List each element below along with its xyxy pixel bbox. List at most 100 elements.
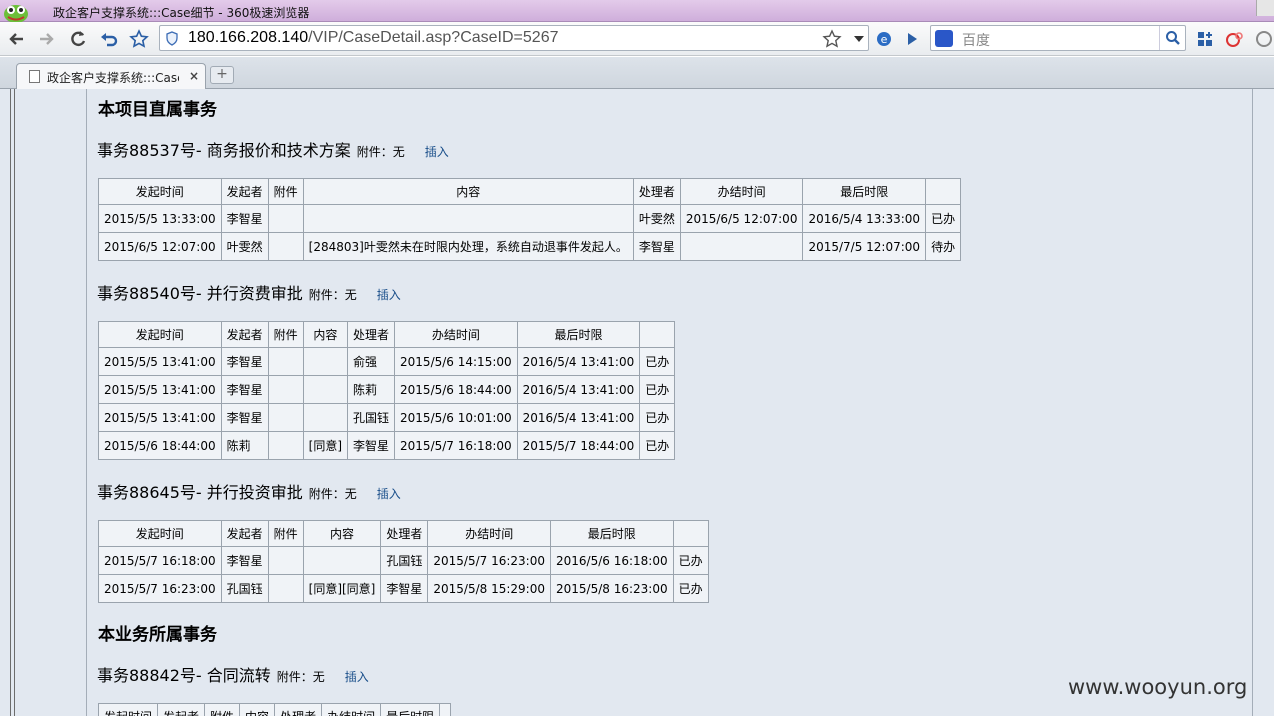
table-cell: 李智星	[220, 375, 269, 404]
favorites-button[interactable]	[127, 27, 151, 51]
task-attachment: 附件：无	[308, 487, 357, 501]
task-table: 发起时间 发起者 附件 内容 处理者 办结时间 最后时限 2015/5/7 16:18:00 李…	[98, 520, 709, 603]
window-title: 政企客户支撑系统:::Case细节 - 360极速浏览器	[53, 6, 310, 20]
bookmark-star-icon[interactable]	[822, 29, 842, 49]
grid-plus-icon	[1198, 32, 1212, 46]
table-cell: 已办	[639, 347, 676, 376]
table-cell	[302, 347, 349, 376]
column-header: 办结时间	[394, 321, 518, 348]
table-cell: 2015/5/6 14:15:00	[394, 347, 518, 376]
column-header	[439, 703, 452, 716]
undo-close-button[interactable]	[97, 27, 121, 51]
table-cell	[267, 347, 304, 376]
section-title-business: 本业务所属事务	[98, 625, 217, 645]
table-cell: 已办	[639, 375, 676, 404]
task-title: 事务88842号- 合同流转	[97, 666, 271, 685]
browser-logo-icon	[4, 5, 28, 22]
task-header: 事务88537号- 商务报价和技术方案 附件：无 插入	[97, 137, 449, 161]
play-button[interactable]	[900, 27, 924, 51]
table-cell: 2015/6/5 12:07:00	[98, 232, 222, 261]
url-text[interactable]: 180.166.208.140/VIP/CaseDetail.asp?CaseI…	[188, 29, 559, 47]
security-shield-icon	[166, 31, 178, 46]
column-header: 内容	[239, 703, 276, 716]
table-cell: 孔国钰	[220, 574, 269, 603]
back-button[interactable]	[5, 27, 29, 51]
table-cell: 叶雯然	[632, 204, 681, 233]
close-icon[interactable]: ×	[189, 69, 199, 83]
table-row: 2015/5/7 16:23:00 孔国钰 [同意][同意] 李智星 2015/5/8 …	[98, 574, 709, 603]
table-cell: 2015/5/5 13:41:00	[98, 403, 222, 432]
insert-link[interactable]: 插入	[425, 145, 449, 159]
table-cell: 李智星	[220, 347, 269, 376]
table-cell: 已办	[639, 403, 676, 432]
column-header: 发起者	[157, 703, 206, 716]
baidu-paw-icon[interactable]	[935, 30, 953, 47]
table-cell: 俞强	[347, 347, 396, 376]
table-cell: 李智星	[220, 546, 269, 575]
table-cell: 2016/5/4 13:41:00	[516, 375, 641, 404]
table-cell: 2015/5/8 15:29:00	[427, 574, 551, 603]
forward-button[interactable]	[34, 27, 58, 51]
search-placeholder: 百度	[962, 33, 990, 49]
table-cell	[267, 232, 304, 261]
table-cell: 2015/6/5 12:07:00	[679, 204, 804, 233]
table-cell: 2015/7/5 12:07:00	[802, 232, 927, 261]
page-content: 本项目直属事务 事务88537号- 商务报价和技术方案 附件：无 插入 发起时间 发起…	[0, 89, 1274, 716]
column-header: 内容	[302, 178, 634, 205]
new-tab-button[interactable]: +	[210, 66, 234, 84]
table-cell: 2015/5/7 16:23:00	[98, 574, 222, 603]
table-cell: 2015/5/5 13:33:00	[98, 204, 222, 233]
table-cell: 2016/5/4 13:41:00	[516, 403, 641, 432]
extensions-button[interactable]	[1193, 27, 1217, 51]
task-table: 发起时间 发起者 附件 内容 处理者 办结时间 最后时限 2015/5/5 13:33:00 李…	[98, 178, 962, 261]
insert-link[interactable]: 插入	[377, 487, 401, 501]
table-header-row: 发起时间发起者附件内容处理者办结时间最后时限	[98, 178, 962, 205]
chevron-down-icon[interactable]	[854, 35, 864, 43]
back-arrow-icon	[9, 33, 23, 45]
table-row: 2015/5/5 13:41:00 李智星 孔国钰 2015/5/6 10:01:00…	[98, 403, 676, 432]
insert-link[interactable]: 插入	[345, 670, 369, 684]
address-bar[interactable]: 180.166.208.140/VIP/CaseDetail.asp?CaseI…	[159, 25, 869, 51]
table-row: 2015/5/5 13:33:00 李智星 叶雯然 2015/6/5 12:07:00…	[98, 204, 962, 233]
column-header: 发起时间	[98, 178, 222, 205]
table-cell	[267, 431, 304, 460]
task-title: 事务88645号- 并行投资审批	[97, 483, 303, 502]
menu-button[interactable]	[1252, 27, 1274, 51]
table-cell: [同意][同意]	[302, 574, 382, 603]
window-control-button[interactable]	[1256, 0, 1274, 16]
search-icon	[1165, 31, 1180, 45]
tab-case-detail[interactable]: 政企客户支撑系统:::Case细节 ×	[16, 63, 206, 89]
tab-label: 政企客户支撑系统:::Case细节	[47, 71, 179, 85]
table-cell: 2015/5/6 18:44:00	[98, 431, 222, 460]
task-attachment: 附件：无	[276, 670, 325, 684]
page-border-line	[14, 89, 15, 716]
weibo-button[interactable]	[1223, 27, 1247, 51]
table-cell: 2015/5/8 16:23:00	[550, 574, 674, 603]
column-header: 最后时限	[516, 321, 641, 348]
table-cell: 2015/5/5 13:41:00	[98, 347, 222, 376]
watermark: www.wooyun.org	[1068, 675, 1248, 699]
table-cell: 2015/5/5 13:41:00	[98, 375, 222, 404]
table-cell: 待办	[925, 232, 962, 261]
reload-button[interactable]	[66, 27, 90, 51]
table-row: 2015/6/5 12:07:00 叶雯然 [284803]叶雯然未在时限内处理，系…	[98, 232, 962, 261]
task-attachment: 附件：无	[308, 288, 357, 302]
section-title-direct: 本项目直属事务	[98, 100, 217, 120]
ie-mode-button[interactable]: e	[872, 27, 896, 51]
task-title: 事务88540号- 并行资费审批	[97, 284, 303, 303]
search-button[interactable]	[1159, 26, 1185, 50]
column-header: 最后时限	[802, 178, 927, 205]
table-cell: 已办	[925, 204, 962, 233]
insert-link[interactable]: 插入	[377, 288, 401, 302]
url-host: 180.166.208.140	[188, 29, 309, 46]
table-cell: 2015/5/6 10:01:00	[394, 403, 518, 432]
column-header: 处理者	[380, 520, 429, 547]
table-row: 2015/5/5 13:41:00 李智星 俞强 2015/5/6 14:15:00 2…	[98, 347, 676, 376]
column-header: 办结时间	[321, 703, 382, 716]
table-cell: 孔国钰	[347, 403, 396, 432]
table-cell: 李智星	[380, 574, 429, 603]
table-header-row: 发起时间发起者附件内容处理者办结时间最后时限	[98, 520, 709, 547]
table-header-row: 发起时间发起者附件内容处理者办结时间最后时限	[98, 321, 676, 348]
task-attachment: 附件：无	[356, 145, 405, 159]
search-box[interactable]: 百度	[930, 25, 1186, 51]
